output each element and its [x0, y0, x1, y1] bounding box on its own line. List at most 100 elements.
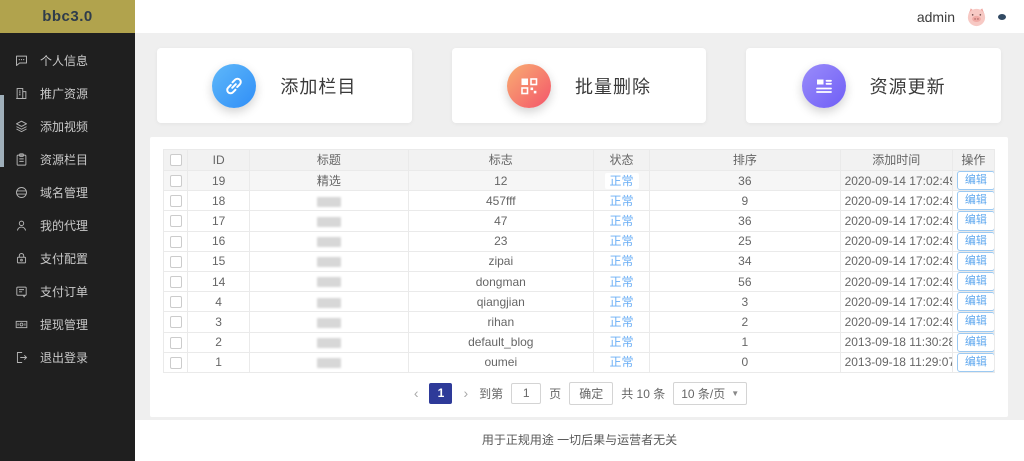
edit-button[interactable]: 编辑 [957, 232, 995, 251]
status-link[interactable]: 正常 [605, 193, 639, 209]
sidebar-item-promo-resources[interactable]: 推广资源 [0, 77, 135, 110]
table-row: 1747正常362020-09-14 17:02:49编辑 [164, 211, 995, 231]
row-checkbox[interactable] [170, 337, 182, 349]
cell-id: 3 [188, 312, 250, 332]
sidebar-item-personal-info[interactable]: 个人信息 [0, 44, 135, 77]
edit-button[interactable]: 编辑 [957, 191, 995, 210]
edit-button[interactable]: 编辑 [957, 211, 995, 230]
cell-flag: 23 [408, 231, 593, 251]
sidebar-item-domain-management[interactable]: 域名管理 [0, 176, 135, 209]
cell-id: 19 [188, 171, 250, 191]
table-header-row: ID 标题 标志 状态 排序 添加时间 操作 [164, 150, 995, 171]
cell-time: 2020-09-14 17:02:49 [840, 292, 952, 312]
row-checkbox[interactable] [170, 276, 182, 288]
row-checkbox[interactable] [170, 256, 182, 268]
edit-button[interactable]: 编辑 [957, 292, 995, 311]
sidebar-scrollbar[interactable] [0, 95, 4, 167]
sidebar-item-resource-columns[interactable]: 资源栏目 [0, 143, 135, 176]
status-link[interactable]: 正常 [605, 173, 639, 189]
resource-update-card[interactable]: 资源更新 [746, 48, 1001, 123]
table-row: 1623正常252020-09-14 17:02:49编辑 [164, 231, 995, 251]
edit-button[interactable]: 编辑 [957, 353, 995, 372]
status-link[interactable]: 正常 [605, 354, 639, 370]
col-time: 添加时间 [840, 150, 952, 171]
status-dot-icon [998, 14, 1006, 20]
col-sort: 排序 [650, 150, 840, 171]
status-link[interactable]: 正常 [605, 213, 639, 229]
edit-button[interactable]: 编辑 [957, 312, 995, 331]
cell-time: 2020-09-14 17:02:49 [840, 231, 952, 251]
status-link[interactable]: 正常 [605, 294, 639, 310]
sidebar-item-label: 个人信息 [40, 52, 88, 69]
select-all-checkbox[interactable] [170, 154, 182, 166]
cell-sort: 2 [650, 312, 840, 332]
user-icon [14, 218, 29, 233]
cell-flag: qiangjian [408, 292, 593, 312]
row-checkbox[interactable] [170, 175, 182, 187]
logout-icon [14, 350, 29, 365]
cell-sort: 3 [650, 292, 840, 312]
username: admin [917, 9, 955, 25]
sidebar-item-payment-config[interactable]: 支付配置 [0, 242, 135, 275]
add-column-card[interactable]: 添加栏目 [157, 48, 412, 123]
redacted-title [317, 358, 341, 368]
status-link[interactable]: 正常 [605, 233, 639, 249]
row-checkbox[interactable] [170, 236, 182, 248]
edit-button[interactable]: 编辑 [957, 252, 995, 271]
next-page-icon[interactable]: › [460, 385, 471, 401]
cell-sort: 9 [650, 191, 840, 211]
sidebar-item-logout[interactable]: 退出登录 [0, 341, 135, 374]
row-checkbox[interactable] [170, 296, 182, 308]
cell-time: 2020-09-14 17:02:49 [840, 312, 952, 332]
sidebar-item-label: 支付配置 [40, 250, 88, 267]
cell-sort: 1 [650, 332, 840, 352]
cell-title [250, 312, 408, 332]
cell-title [250, 352, 408, 372]
cell-flag: rihan [408, 312, 593, 332]
page-size-select[interactable]: 10 条/页 ▼ [673, 382, 747, 405]
redacted-title [317, 197, 341, 207]
total-count-label: 共 10 条 [621, 385, 665, 402]
page-size-value: 10 条/页 [681, 385, 725, 402]
avatar[interactable] [965, 5, 988, 28]
current-page[interactable]: 1 [429, 383, 452, 404]
qrcode-icon [507, 64, 551, 108]
cell-time: 2013-09-18 11:30:28 [840, 332, 952, 352]
status-link[interactable]: 正常 [605, 314, 639, 330]
sidebar-item-add-video[interactable]: 添加视频 [0, 110, 135, 143]
sidebar-item-my-agents[interactable]: 我的代理 [0, 209, 135, 242]
receipt-icon [14, 284, 29, 299]
edit-button[interactable]: 编辑 [957, 333, 995, 352]
confirm-button[interactable]: 确定 [569, 382, 613, 405]
status-link[interactable]: 正常 [605, 274, 639, 290]
goto-page-input[interactable] [511, 383, 541, 404]
cell-id: 18 [188, 191, 250, 211]
cell-flag: oumei [408, 352, 593, 372]
prev-page-icon[interactable]: ‹ [411, 385, 422, 401]
sidebar-item-withdrawal-mgmt[interactable]: 提现管理 [0, 308, 135, 341]
table-row: 2default_blog正常12013-09-18 11:30:28编辑 [164, 332, 995, 352]
cell-time: 2020-09-14 17:02:49 [840, 271, 952, 291]
edit-button[interactable]: 编辑 [957, 171, 995, 190]
status-link[interactable]: 正常 [605, 334, 639, 350]
row-checkbox[interactable] [170, 316, 182, 328]
cell-sort: 0 [650, 352, 840, 372]
table-panel: ID 标题 标志 状态 排序 添加时间 操作 19精选12正常362020-09… [150, 137, 1008, 417]
sidebar-item-payment-orders[interactable]: 支付订单 [0, 275, 135, 308]
cell-sort: 36 [650, 171, 840, 191]
clipboard-icon [14, 152, 29, 167]
page: bbc3.0 个人信息推广资源添加视频资源栏目域名管理我的代理支付配置支付订单提… [0, 0, 1024, 461]
building-icon [14, 86, 29, 101]
status-link[interactable]: 正常 [605, 253, 639, 269]
table-row: 15zipai正常342020-09-14 17:02:49编辑 [164, 251, 995, 271]
cell-id: 2 [188, 332, 250, 352]
row-checkbox[interactable] [170, 215, 182, 227]
edit-button[interactable]: 编辑 [957, 272, 995, 291]
pagination: ‹ 1 › 到第 页 确定 共 10 条 10 条/页 ▼ [163, 382, 995, 405]
row-checkbox[interactable] [170, 195, 182, 207]
lock-icon [14, 251, 29, 266]
row-checkbox[interactable] [170, 357, 182, 369]
batch-delete-card[interactable]: 批量删除 [452, 48, 707, 123]
col-id: ID [188, 150, 250, 171]
cell-sort: 25 [650, 231, 840, 251]
